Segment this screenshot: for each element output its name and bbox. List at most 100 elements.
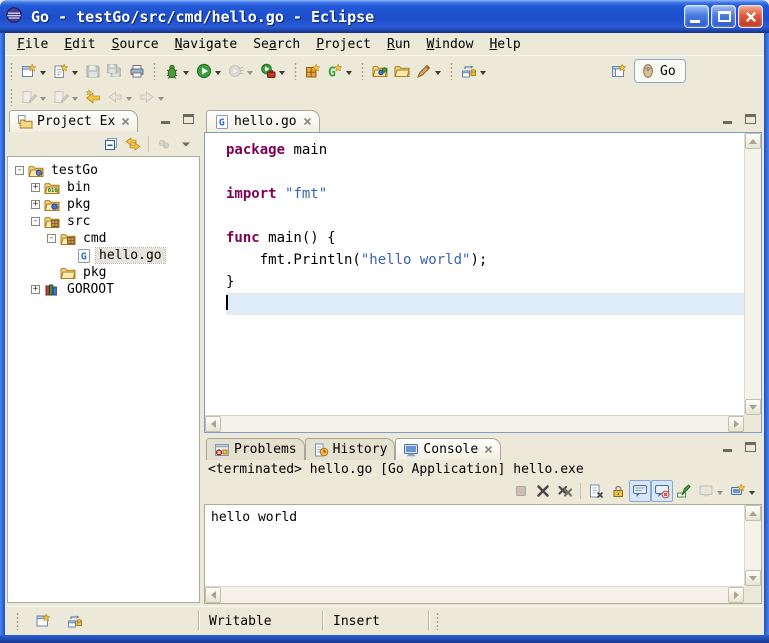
drag-handle[interactable] (16, 612, 19, 630)
expander-plus-icon[interactable]: + (31, 285, 40, 294)
minimize-view-button[interactable] (159, 113, 174, 126)
open-console-button[interactable] (727, 480, 759, 502)
open-resource-button[interactable] (391, 59, 413, 83)
save-button[interactable] (82, 59, 104, 83)
scroll-left-button[interactable] (205, 587, 221, 603)
remove-launch-button[interactable] (532, 480, 554, 502)
new-wizard-button[interactable] (18, 59, 50, 83)
maximize-button[interactable] (711, 5, 736, 28)
dropdown-arrow-icon[interactable] (215, 71, 221, 78)
dropdown-arrow-icon[interactable] (346, 71, 352, 78)
menu-project[interactable]: Project (308, 35, 379, 54)
drag-handle[interactable] (450, 62, 453, 80)
terminate-button[interactable] (510, 480, 532, 502)
scroll-right-button[interactable] (728, 416, 744, 432)
customize-view-button[interactable] (153, 133, 175, 155)
minimize-button[interactable] (684, 5, 709, 28)
tree-item-pkg[interactable]: +pkg (8, 196, 199, 213)
back-to-last-edit-button[interactable] (82, 85, 104, 109)
new-go-project-button[interactable] (302, 59, 324, 83)
editor-horizontal-scrollbar[interactable] (205, 415, 744, 432)
dropdown-arrow-icon[interactable] (717, 491, 723, 498)
dropdown-arrow-icon[interactable] (158, 97, 164, 104)
run-button[interactable] (193, 59, 225, 83)
new-go-file-button[interactable] (50, 59, 82, 83)
menu-file[interactable]: File (9, 35, 56, 54)
tab-console[interactable]: Console (395, 438, 501, 460)
run-history-button[interactable] (225, 59, 257, 83)
console-vertical-scrollbar[interactable] (744, 505, 761, 586)
print-button[interactable] (126, 59, 148, 83)
next-edit-location-button[interactable] (50, 85, 82, 109)
dropdown-arrow-icon[interactable] (279, 71, 285, 78)
menu-help[interactable]: Help (481, 35, 528, 54)
trim-stack-button[interactable] (64, 609, 86, 633)
console-horizontal-scrollbar[interactable] (205, 586, 744, 603)
pin-console-button[interactable] (673, 480, 695, 502)
expander-minus-icon[interactable]: - (31, 217, 40, 226)
close-tab-icon[interactable] (121, 117, 130, 126)
tree-item-hello-go[interactable]: Ghello.go (8, 247, 199, 264)
dropdown-arrow-icon[interactable] (480, 71, 486, 78)
save-all-button[interactable] (104, 59, 126, 83)
tree-item-pkg[interactable]: pkg (8, 264, 199, 281)
tree-item-src[interactable]: -src (8, 213, 199, 230)
scroll-lock-button[interactable] (607, 480, 629, 502)
dropdown-arrow-icon[interactable] (435, 71, 441, 78)
scroll-left-button[interactable] (205, 416, 221, 432)
expander-plus-icon[interactable]: + (31, 200, 40, 209)
dropdown-arrow-icon[interactable] (72, 71, 78, 78)
close-tab-icon[interactable] (303, 117, 312, 126)
mark-occurrences-button[interactable] (413, 59, 445, 83)
scroll-down-button[interactable] (745, 399, 761, 415)
back-button[interactable] (104, 85, 136, 109)
debug-button[interactable] (161, 59, 193, 83)
fast-view-button[interactable] (32, 609, 54, 633)
dropdown-arrow-icon[interactable] (247, 71, 253, 78)
console-output-area[interactable]: hello world (204, 504, 762, 604)
code-editor[interactable]: package mainimport "fmt"func main() { fm… (204, 132, 762, 433)
expander-minus-icon[interactable]: - (15, 166, 24, 175)
dropdown-arrow-icon[interactable] (126, 97, 132, 104)
minimize-view-button[interactable] (721, 113, 736, 126)
close-tab-icon[interactable] (484, 445, 493, 454)
go-perspective-button[interactable]: Go (634, 59, 686, 83)
view-menu-button[interactable] (175, 133, 197, 155)
title-bar[interactable]: Go - testGo/src/cmd/hello.go - Eclipse (0, 0, 769, 33)
external-tools-button[interactable] (257, 59, 289, 83)
tree-item-goroot[interactable]: +GOROOT (8, 281, 199, 298)
dropdown-arrow-icon[interactable] (183, 71, 189, 78)
tab-project-explorer[interactable]: Project Ex (9, 110, 138, 132)
drag-handle[interactable] (361, 62, 364, 80)
show-console-on-output-button[interactable] (629, 480, 651, 502)
display-selected-console-button[interactable] (695, 480, 727, 502)
dropdown-arrow-icon[interactable] (749, 491, 755, 498)
maximize-view-button[interactable] (743, 113, 758, 126)
tree-item-bin[interactable]: +010bin (8, 179, 199, 196)
menu-window[interactable]: Window (418, 35, 481, 54)
scroll-up-button[interactable] (745, 505, 761, 521)
menu-run[interactable]: Run (379, 35, 418, 54)
dropdown-arrow-icon[interactable] (40, 71, 46, 78)
editor-vertical-scrollbar[interactable] (744, 133, 761, 415)
dropdown-arrow-icon[interactable] (72, 97, 78, 104)
dropdown-arrow-icon[interactable] (40, 97, 46, 104)
link-with-editor-button[interactable] (122, 133, 144, 155)
code-area[interactable]: package mainimport "fmt"func main() { fm… (205, 133, 744, 415)
maximize-view-button[interactable] (181, 113, 196, 126)
drag-handle[interactable] (294, 62, 297, 80)
drag-handle[interactable] (10, 88, 13, 106)
annotation-navigation-button[interactable] (458, 59, 490, 83)
tab-history[interactable]: History (305, 438, 396, 460)
new-go-element-button[interactable]: G (324, 59, 356, 83)
menu-navigate[interactable]: Navigate (167, 35, 246, 54)
remove-all-terminated-button[interactable] (554, 480, 576, 502)
drag-handle[interactable] (436, 612, 439, 630)
drag-handle[interactable] (153, 62, 156, 80)
tab-problems[interactable]: Problems (206, 438, 305, 460)
last-edit-location-button[interactable] (18, 85, 50, 109)
scroll-up-button[interactable] (745, 133, 761, 149)
drag-handle[interactable] (10, 62, 13, 80)
clear-console-button[interactable] (585, 480, 607, 502)
expander-plus-icon[interactable]: + (31, 183, 40, 192)
